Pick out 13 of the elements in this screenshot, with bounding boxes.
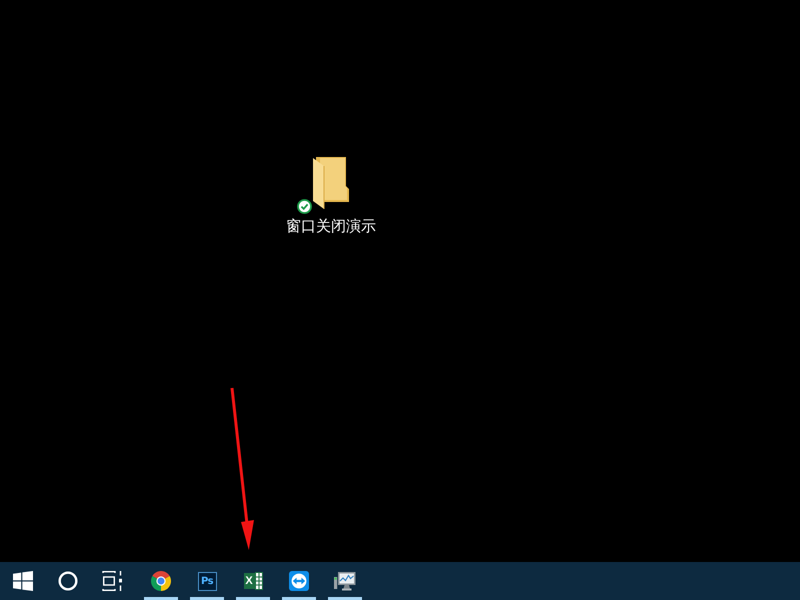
windows-logo-icon [12,571,32,591]
taskbar-app-button[interactable]: Ps [184,562,230,600]
double-arrow-icon [289,571,309,591]
sheet-grid-icon [254,572,262,590]
task-view-icon [102,571,123,591]
ps-logo: Ps [198,572,216,590]
taskbar-app-button[interactable]: X [230,562,276,600]
browser-logo-icon [151,571,171,591]
monitor-chart-icon [334,571,356,591]
folder-icon[interactable] [313,157,349,209]
search-ring-icon [58,571,78,591]
x-logo: X [244,573,254,589]
folder-label: 窗口关闭演示 [286,217,376,235]
